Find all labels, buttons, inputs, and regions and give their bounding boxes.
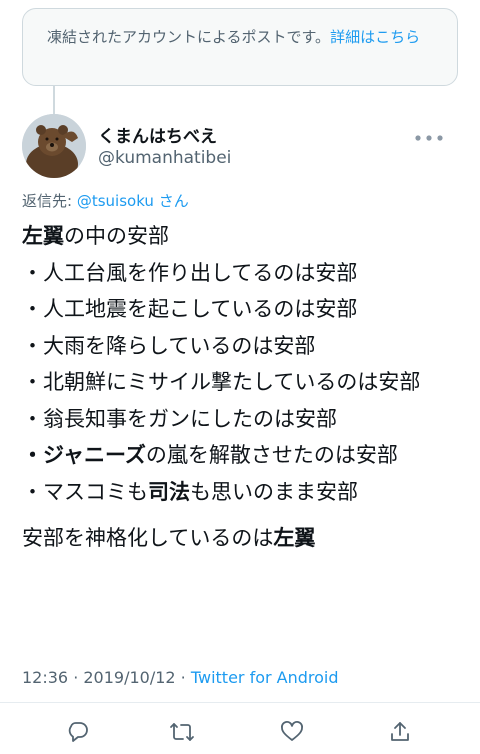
tweet-line: ・北朝鮮にミサイル撃たしているのは安部 (22, 370, 421, 394)
action-bar (0, 712, 480, 752)
tweet-line: 安部を神格化しているのは左翼 (22, 520, 460, 557)
avatar[interactable] (22, 114, 86, 178)
reply-suffix: さん (153, 192, 189, 210)
bold-phrase: 左翼 (22, 224, 64, 248)
retweet-icon (170, 723, 194, 741)
tweet-line-text: も思いのまま安部 (190, 479, 358, 504)
tweet-line: ・マスコミも司法も思いのまま安部 (22, 474, 460, 511)
tweet-line: 左翼の中の安部 (22, 218, 460, 255)
tweet-line-text: ・マスコミも (22, 479, 148, 504)
more-options-button[interactable] (414, 124, 444, 148)
replying-to: 返信先: @tsuisoku さん (22, 190, 189, 211)
tweet-line: ・人工台風を作り出してるのは安部 (22, 260, 358, 285)
more-dots-icon (415, 135, 443, 141)
notice-text: 凍結されたアカウントによるポストです。 (47, 28, 331, 46)
like-icon (281, 721, 303, 741)
bear-avatar-icon (22, 114, 86, 178)
reply-icon (68, 722, 88, 742)
like-button[interactable] (278, 718, 306, 746)
tweet-line-text: の中の安部 (64, 224, 169, 248)
author-name[interactable]: くまんはちべえ (98, 122, 217, 147)
tweet-meta: 12:36 · 2019/10/12 · Twitter for Android (22, 668, 339, 687)
tweet-line-text: の嵐を解散させたのは安部 (145, 443, 398, 467)
meta-separator: · (175, 668, 191, 687)
tweet-line: ・翁長知事をガンにしたのは安部 (22, 406, 337, 431)
tweet-line: ・ジャニーズの嵐を解散させたのは安部 (22, 437, 460, 474)
bold-phrase: 司法 (148, 479, 190, 504)
bold-phrase: ジャニーズ (43, 443, 146, 467)
suspended-account-notice: 凍結されたアカウントによるポストです。詳細はこちら (22, 8, 458, 86)
tweet-line-text: 安部を神格化しているのは (22, 526, 274, 550)
share-button[interactable] (386, 718, 414, 746)
reply-button[interactable] (64, 718, 92, 746)
client-link[interactable]: Twitter for Android (191, 668, 339, 687)
reply-prefix: 返信先: (22, 192, 77, 210)
share-icon (391, 722, 409, 741)
bold-phrase: 左翼 (273, 526, 316, 550)
tweet-line: ・大雨を降らしているのは安部 (22, 333, 316, 358)
notice-details-link[interactable]: 詳細はこちら (330, 28, 420, 46)
author-handle[interactable]: @kumanhatibei (98, 148, 231, 168)
bold-phrase: ・ (22, 443, 43, 467)
retweet-button[interactable] (168, 718, 196, 746)
thread-connector-line (53, 86, 55, 114)
tweet-line: ・人工地震を起こしているのは安部 (22, 297, 358, 321)
tweet-time[interactable]: 12:36 (22, 668, 68, 687)
meta-separator: · (68, 668, 84, 687)
tweet-text: 左翼の中の安部 ・人工台風を作り出してるのは安部 ・人工地震を起こしているのは安… (22, 218, 460, 557)
reply-handle-link[interactable]: @tsuisoku (77, 192, 154, 210)
tweet-date[interactable]: 2019/10/12 (83, 668, 175, 687)
divider (0, 702, 480, 703)
